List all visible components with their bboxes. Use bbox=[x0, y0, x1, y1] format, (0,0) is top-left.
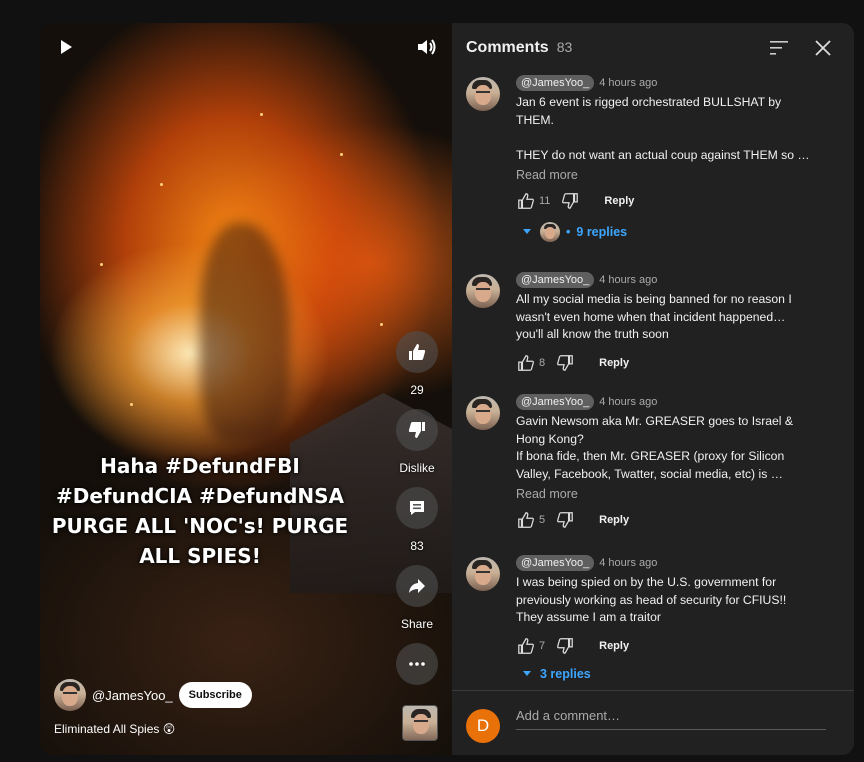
reply-avatar bbox=[540, 221, 560, 242]
comment-like-count: 7 bbox=[539, 640, 546, 653]
comment-like-count: 11 bbox=[539, 194, 551, 207]
comments-panel: Comments 83 @JamesYoo_ 4 hours ago Jan 6… bbox=[452, 23, 854, 755]
share-button[interactable] bbox=[396, 565, 438, 607]
next-video-thumbnail[interactable] bbox=[402, 705, 438, 741]
thumb-down-icon[interactable] bbox=[555, 636, 575, 656]
comment-avatar[interactable] bbox=[466, 396, 500, 430]
thumb-up-icon[interactable] bbox=[516, 510, 536, 530]
reply-button[interactable]: Reply bbox=[599, 640, 629, 652]
ember bbox=[380, 323, 383, 326]
thumb-up-icon[interactable] bbox=[516, 191, 536, 211]
comment-author[interactable]: @JamesYoo_ bbox=[516, 394, 595, 410]
volume-icon[interactable] bbox=[416, 37, 438, 57]
comments-action[interactable]: 83 bbox=[396, 487, 438, 553]
comment-author[interactable]: @JamesYoo_ bbox=[516, 272, 595, 288]
comment-text: Gavin Newsom aka Mr. GREASER goes to Isr… bbox=[516, 414, 794, 482]
like-count: 29 bbox=[410, 383, 424, 397]
comments-button[interactable] bbox=[396, 487, 438, 529]
ember bbox=[340, 153, 343, 156]
replies-label[interactable]: 9 replies bbox=[576, 225, 627, 239]
more-icon bbox=[409, 662, 425, 666]
channel-name[interactable]: @JamesYoo_ bbox=[92, 688, 173, 703]
comment-time[interactable]: 4 hours ago bbox=[599, 77, 657, 89]
ember bbox=[100, 263, 103, 266]
reply-button[interactable]: Reply bbox=[604, 195, 634, 207]
comments-title: Comments bbox=[466, 39, 549, 56]
read-more-link[interactable]: Read more bbox=[516, 487, 816, 501]
close-icon[interactable] bbox=[814, 39, 832, 57]
thumb-up-icon bbox=[409, 344, 426, 360]
dislike-button[interactable] bbox=[396, 409, 438, 451]
ember bbox=[130, 403, 133, 406]
current-user-avatar[interactable]: D bbox=[466, 709, 500, 743]
comment-icon bbox=[410, 501, 424, 515]
reply-button[interactable]: Reply bbox=[599, 514, 629, 526]
share-label: Share bbox=[400, 617, 434, 631]
channel-row: @JamesYoo_ Subscribe bbox=[54, 679, 252, 711]
more-button[interactable] bbox=[396, 643, 438, 685]
comment-like-count: 8 bbox=[539, 357, 546, 370]
video-caption: Eliminated All Spies 😲 bbox=[54, 722, 176, 736]
channel-avatar[interactable] bbox=[54, 679, 86, 711]
sort-icon[interactable] bbox=[770, 41, 790, 55]
reply-button[interactable]: Reply bbox=[599, 357, 629, 369]
replies-label[interactable]: 3 replies bbox=[540, 667, 591, 681]
more-action[interactable] bbox=[396, 643, 438, 685]
thumb-down-icon[interactable] bbox=[555, 510, 575, 530]
read-more-link[interactable]: Read more bbox=[516, 168, 816, 182]
replies-toggle[interactable]: 3 replies bbox=[516, 667, 816, 681]
add-comment-bar: D bbox=[452, 690, 854, 755]
thumb-up-icon[interactable] bbox=[516, 636, 536, 656]
comment-author[interactable]: @JamesYoo_ bbox=[516, 555, 595, 571]
dislike-label: Dislike bbox=[399, 461, 435, 475]
comments-total: 83 bbox=[556, 39, 573, 55]
comments-header: Comments 83 bbox=[466, 39, 572, 57]
comment-avatar[interactable] bbox=[466, 77, 500, 111]
share-action[interactable]: Share bbox=[396, 565, 438, 631]
comment-time[interactable]: 4 hours ago bbox=[599, 396, 657, 408]
like-action[interactable]: 29 bbox=[396, 331, 438, 397]
comment-like-count: 5 bbox=[539, 513, 546, 526]
comment-text: I was being spied on by the U.S. governm… bbox=[516, 575, 787, 625]
thumb-down-icon[interactable] bbox=[560, 191, 580, 211]
comment-text: All my social media is being banned for … bbox=[516, 292, 792, 342]
comment-avatar[interactable] bbox=[466, 557, 500, 591]
like-button[interactable] bbox=[396, 331, 438, 373]
chevron-down-icon bbox=[522, 225, 532, 239]
comment-text: Jan 6 event is rigged orchestrated BULLS… bbox=[516, 95, 810, 163]
ember bbox=[260, 113, 263, 116]
add-comment-input[interactable] bbox=[516, 708, 826, 730]
subscribe-button[interactable]: Subscribe bbox=[178, 682, 252, 708]
video-smoke bbox=[200, 223, 290, 443]
comment-list[interactable]: @JamesYoo_ 4 hours ago Jan 6 event is ri… bbox=[452, 69, 854, 689]
chevron-down-icon bbox=[522, 667, 532, 681]
comment-author[interactable]: @JamesYoo_ bbox=[516, 75, 595, 91]
share-icon bbox=[409, 579, 425, 593]
shorts-viewer: Haha #DefundFBI #DefundCIA #DefundNSA PU… bbox=[0, 0, 864, 762]
action-bar: 29 Dislike 83 Share bbox=[394, 331, 440, 697]
replies-toggle[interactable]: • 9 replies bbox=[516, 221, 816, 242]
play-icon[interactable] bbox=[58, 39, 74, 55]
thumb-down-icon[interactable] bbox=[555, 353, 575, 373]
comment-time[interactable]: 4 hours ago bbox=[599, 274, 657, 286]
dislike-action[interactable]: Dislike bbox=[396, 409, 438, 475]
comments-count: 83 bbox=[410, 539, 424, 553]
thumb-down-icon bbox=[408, 422, 425, 438]
ember bbox=[160, 183, 163, 186]
comment-avatar[interactable] bbox=[466, 274, 500, 308]
thumb-up-icon[interactable] bbox=[516, 353, 536, 373]
video-player[interactable]: Haha #DefundFBI #DefundCIA #DefundNSA PU… bbox=[40, 23, 452, 755]
video-overlay-text: Haha #DefundFBI #DefundCIA #DefundNSA PU… bbox=[51, 454, 349, 568]
comment-time[interactable]: 4 hours ago bbox=[599, 557, 657, 569]
